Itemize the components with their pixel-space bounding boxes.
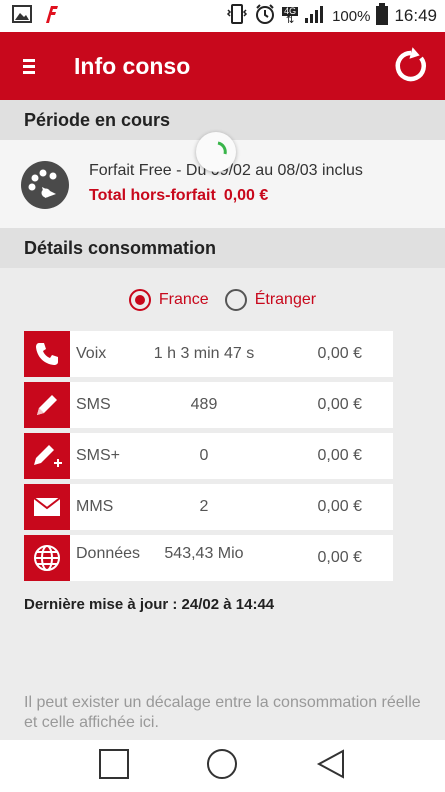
- usage-label: MMS: [76, 498, 114, 515]
- battery-percent: 100%: [332, 7, 371, 25]
- usage-amount: 0,00 €: [317, 549, 362, 566]
- radio-unselected-icon: [224, 289, 247, 311]
- back-triangle-icon: [316, 748, 344, 779]
- status-bar: 4G ⇅ 100% 16:49: [0, 0, 445, 32]
- radio-france-label: France: [158, 291, 209, 308]
- usage-amount: 0,00 €: [317, 345, 362, 362]
- envelope-icon: [24, 484, 70, 530]
- hors-forfait-label: Total hors-forfait: [89, 187, 216, 204]
- usage-quantity: 489: [190, 396, 218, 413]
- vibrate-icon: [226, 3, 248, 30]
- gallery-icon: [12, 4, 32, 28]
- globe-icon: [24, 535, 70, 581]
- usage-row-donnees: Données 543,43 Mio 0,00 €: [24, 535, 393, 581]
- square-icon: [99, 748, 130, 779]
- usage-quantity: 0: [199, 447, 209, 464]
- refresh-button[interactable]: [385, 40, 437, 92]
- free-app-icon: [42, 4, 60, 29]
- location-radio-group: France Étranger: [0, 284, 445, 316]
- clock: 16:49: [394, 6, 437, 25]
- usage-row-sms-plus: SMS+ 0 0,00 €: [24, 433, 393, 479]
- page-title: Info conso: [74, 52, 191, 79]
- back-button[interactable]: [315, 748, 347, 785]
- pencil-plus-icon: [24, 433, 70, 479]
- hors-forfait-line: Total hors-forfait 0,00 €: [89, 187, 276, 205]
- alarm-icon: [254, 3, 276, 30]
- speedometer-icon: [21, 161, 69, 209]
- disclaimer-text: Il peut exister un décalage entre la con…: [24, 694, 421, 731]
- spinner-arc-icon: [217, 141, 227, 155]
- usage-row-sms: SMS 489 0,00 €: [24, 382, 393, 428]
- usage-row-voix: Voix 1 h 3 min 47 s 0,00 €: [24, 331, 393, 377]
- app-bar: Info conso: [0, 32, 445, 100]
- refresh-icon: [395, 47, 426, 82]
- home-button[interactable]: [206, 748, 238, 785]
- radio-etranger[interactable]: Étranger: [224, 284, 317, 316]
- usage-label: Voix: [76, 345, 107, 362]
- battery-icon: [376, 2, 389, 30]
- radio-france[interactable]: France: [128, 284, 209, 316]
- menu-button[interactable]: [0, 32, 60, 100]
- usage-quantity: 2: [199, 498, 209, 515]
- last-update-text: Dernière mise à jour : 24/02 à 14:44: [24, 596, 275, 613]
- usage-label: Données: [76, 545, 141, 562]
- circle-icon: [207, 748, 238, 779]
- usage-label: SMS: [76, 396, 111, 413]
- usage-label: SMS+: [76, 447, 121, 464]
- usage-quantity: 1 h 3 min 47 s: [153, 345, 255, 362]
- usage-quantity: 543,43 Mio: [164, 545, 244, 562]
- hors-forfait-value: 0,00 €: [223, 187, 269, 204]
- usage-amount: 0,00 €: [317, 396, 362, 413]
- radio-etranger-label: Étranger: [254, 291, 317, 308]
- menu-icon: [23, 59, 35, 74]
- network-4g-icon: 4G ⇅: [282, 6, 299, 26]
- usage-amount: 0,00 €: [317, 498, 362, 515]
- usage-amount: 0,00 €: [317, 447, 362, 464]
- details-header: Détails consommation: [0, 228, 445, 268]
- pencil-icon: [24, 382, 70, 428]
- phone-icon: [24, 331, 70, 377]
- signal-icon: [304, 4, 326, 29]
- radio-selected-icon: [128, 289, 151, 311]
- usage-row-mms: MMS 2 0,00 €: [24, 484, 393, 530]
- system-nav-bar: [0, 740, 445, 792]
- loading-spinner: [196, 132, 236, 172]
- recents-button[interactable]: [98, 748, 130, 785]
